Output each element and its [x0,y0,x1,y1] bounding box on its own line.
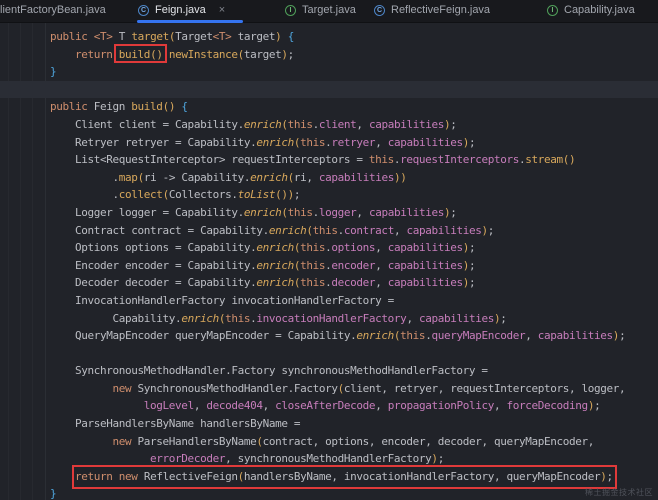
editor-tab-bar: lientFactoryBean.java C Feign.java × I Target… [0,0,658,23]
code-editor[interactable]: public <T> T target(Target<T> target) { … [0,23,658,500]
code-line: List<RequestInterceptor> requestIntercep… [75,153,576,167]
annotation-box-return-statement [72,465,617,489]
code-line: return build().newInstance(target); [75,47,294,61]
annotation-box-build-call [114,44,167,63]
class-icon: C [374,4,385,16]
code-line: Logger logger = Capability.enrich(this.l… [75,205,457,219]
code-line: Encoder encoder = Capability.enrich(this… [75,258,476,272]
tab-label: ReflectiveFeign.java [391,4,491,16]
tab-reflectivefeign-java[interactable]: C ReflectiveFeign.java [374,0,490,20]
code-line: Contract contract = Capability.enrich(th… [75,223,495,237]
code-line: logLevel, decode404, closeAfterDecode, p… [143,399,601,413]
tab-feign-java[interactable]: C Feign.java × [138,0,225,20]
code-line: InvocationHandlerFactory invocationHandl… [75,293,394,307]
tab-label: lientFactoryBean.java [0,4,106,16]
code-line: new ParseHandlersByName(contract, option… [112,434,595,448]
tab-label: Feign.java [155,4,206,16]
watermark-text: 稀土掘金技术社区 [585,488,653,497]
ide-window: lientFactoryBean.java C Feign.java × I Target… [0,0,658,500]
close-icon[interactable]: × [219,4,225,16]
code-line: QueryMapEncoder queryMapEncoder = Capabi… [75,329,626,343]
code-line: Retryer retryer = Capability.enrich(this… [75,135,476,149]
tab-target-java[interactable]: I Target.java [285,0,356,20]
tab-label: Capability.java [564,4,635,16]
interface-icon: I [285,4,296,16]
tab-capability-java[interactable]: I Capability.java [547,0,635,20]
code-lines: public <T> T target(Target<T> target) { … [0,23,658,500]
code-line: new SynchronousMethodHandler.Factory(cli… [112,381,626,395]
code-line: Decoder decoder = Capability.enrich(this… [75,276,476,290]
code-line: } [50,65,57,79]
code-line: Client client = Capability.enrich(this.c… [75,117,457,131]
code-line: public <T> T target(Target<T> target) { [50,30,294,43]
code-line: .map(ri -> Capability.enrich(ri, capabil… [112,170,407,184]
code-line: .collect(Collectors.toList()); [112,188,301,202]
tab-lientfactorybean-java[interactable]: lientFactoryBean.java [0,0,106,20]
code-line: SynchronousMethodHandler.Factory synchro… [75,364,488,378]
class-icon: C [138,4,149,16]
code-line: Capability.enrich(this.invocationHandler… [112,311,507,325]
code-line: public Feign build() { [50,100,188,114]
tab-label: Target.java [302,4,356,16]
interface-icon: I [547,4,558,16]
code-line: Options options = Capability.enrich(this… [75,241,476,255]
code-line: ParseHandlersByName handlersByName = [75,417,301,431]
